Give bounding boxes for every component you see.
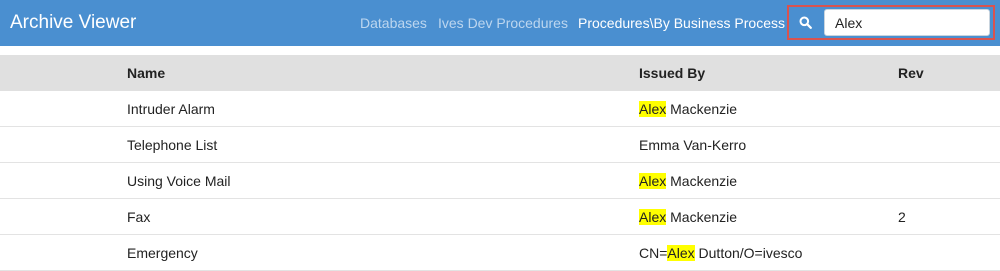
row-issued-by: CN=Alex Dutton/O=ivesco — [639, 245, 803, 261]
app-title[interactable]: Archive Viewer — [10, 10, 136, 36]
table-row[interactable]: Telephone List Emma Van-Kerro — [0, 127, 1000, 163]
table-header-row: Name Issued By Rev — [0, 55, 1000, 91]
search-box — [787, 5, 995, 40]
breadcrumb-ives-dev-procedures[interactable]: Ives Dev Procedures — [438, 14, 568, 32]
row-name: Fax — [127, 209, 151, 225]
row-issued-by: Alex Mackenzie — [639, 173, 738, 189]
search-button[interactable] — [789, 7, 821, 38]
search-highlight: Alex — [639, 101, 667, 117]
breadcrumb-by-business-process[interactable]: Procedures\By Business Process — [578, 14, 785, 32]
column-header-name[interactable]: Name — [127, 55, 165, 91]
search-highlight: Alex — [639, 173, 667, 189]
search-input[interactable] — [824, 9, 990, 36]
row-name: Using Voice Mail — [127, 173, 231, 189]
table-row[interactable]: Intruder Alarm Alex Mackenzie — [0, 91, 1000, 127]
search-highlight: Alex — [639, 209, 667, 225]
results-table: Name Issued By Rev Intruder Alarm Alex M… — [0, 55, 1000, 271]
row-rev: 2 — [898, 209, 906, 225]
top-navbar: Archive Viewer Databases Ives Dev Proced… — [0, 0, 1000, 46]
row-issued-by: Alex Mackenzie — [639, 209, 738, 225]
table-row[interactable]: Using Voice Mail Alex Mackenzie — [0, 163, 1000, 199]
row-issued-by: Emma Van-Kerro — [639, 137, 747, 153]
row-name: Intruder Alarm — [127, 101, 215, 117]
search-highlight: Alex — [667, 245, 695, 261]
column-header-rev[interactable]: Rev — [898, 55, 924, 91]
row-name: Emergency — [127, 245, 198, 261]
table-row[interactable]: Fax Alex Mackenzie 2 — [0, 199, 1000, 235]
column-header-issued-by[interactable]: Issued By — [639, 55, 705, 91]
table-row[interactable]: Emergency CN=Alex Dutton/O=ivesco — [0, 235, 1000, 271]
row-name: Telephone List — [127, 137, 218, 153]
search-icon — [799, 16, 812, 29]
breadcrumb-databases[interactable]: Databases — [360, 14, 427, 32]
row-issued-by: Alex Mackenzie — [639, 101, 738, 117]
